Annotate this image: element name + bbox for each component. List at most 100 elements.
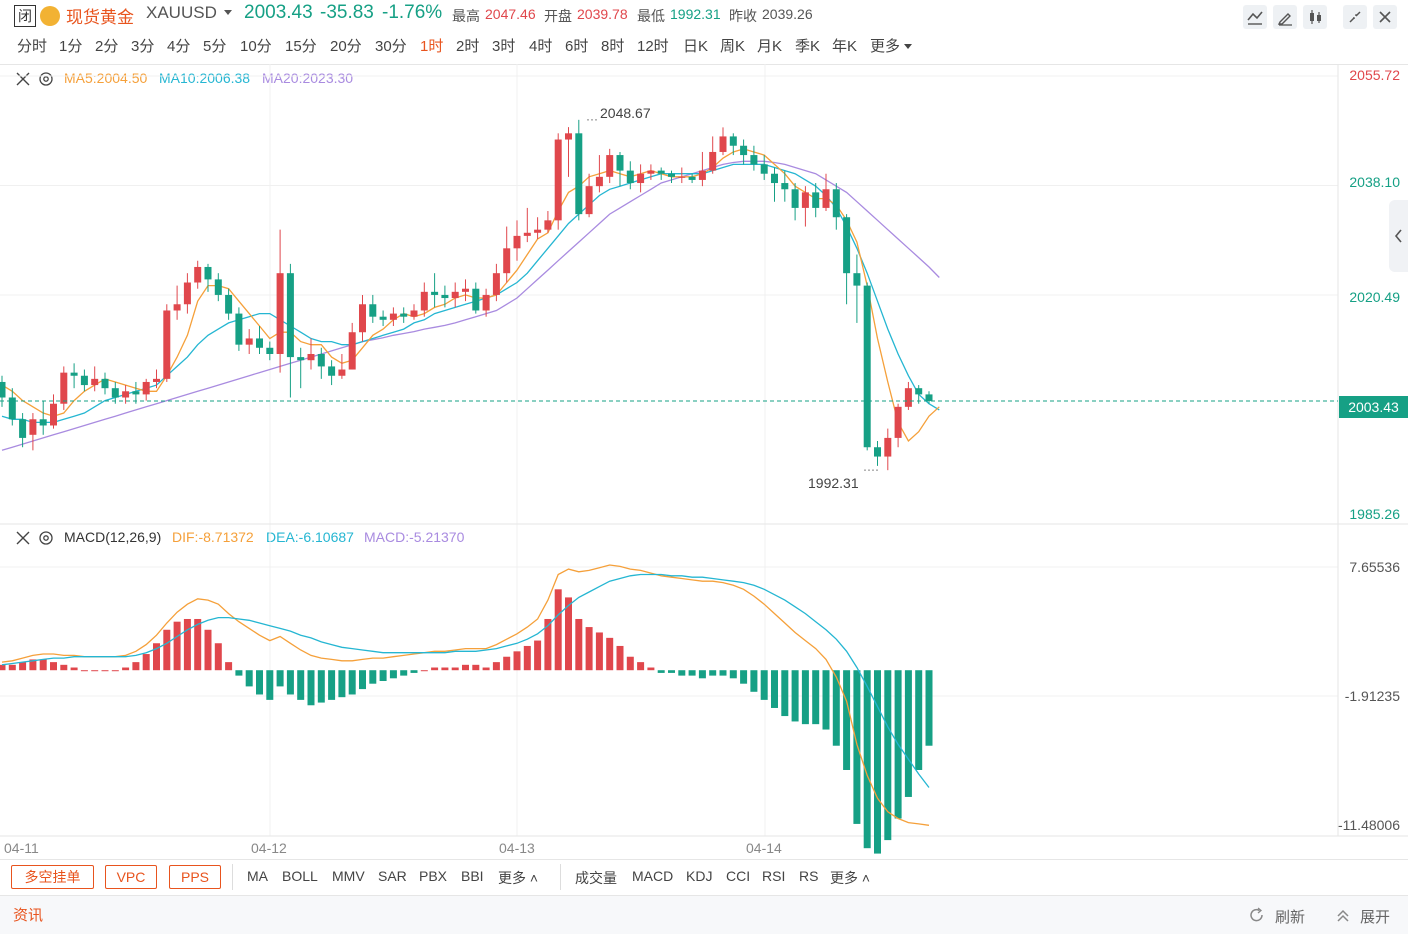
sub-indicator-option[interactable]: 更多 ˄ [830,868,870,888]
low-annotation: 1992.31 [808,475,859,491]
current-price-tag: 2003.43 [1339,396,1408,418]
main-indicator-option[interactable]: 更多 ˄ [498,868,538,888]
macd-bar [719,670,727,676]
long-short-orders-button[interactable]: 多空挂单 [11,865,94,889]
macd-bar [235,670,243,676]
candle-body [348,332,356,370]
kline-chart[interactable] [0,0,1408,860]
main-indicator-option[interactable]: BOLL [282,868,318,884]
macd-bar [616,645,624,671]
candle-body [832,189,840,218]
macd-bar [843,670,851,770]
candle-body [760,164,768,174]
candle-body [80,375,88,386]
main-indicator-option[interactable]: MMV [332,868,365,884]
candle-body [853,273,861,286]
candle-body [204,266,212,280]
macd-bar [812,670,820,725]
macd-bar [266,670,274,700]
sub-indicator-option[interactable]: CCI [726,868,750,884]
macd-bar [389,670,397,679]
news-tab[interactable]: 资讯 [13,904,43,925]
candle-body [214,279,222,295]
price-axis-label: 2020.49 [1349,289,1400,305]
footer-bar [0,895,1408,934]
candle-body [183,282,191,305]
dea-line [1,573,930,788]
macd-bar [50,662,57,671]
macd-bar [853,670,861,824]
candle-body [266,347,274,354]
x-axis-label: 04-12 [251,840,287,856]
candle-body [668,173,675,177]
macd-bar [904,670,912,797]
macd-bar [173,621,181,671]
candle-body [729,136,737,146]
candle-body [389,313,397,320]
divider [0,859,1408,860]
main-indicator-option[interactable]: SAR [378,868,407,884]
refresh-button[interactable]: 刷新 [1275,906,1305,927]
candle-body [101,378,109,389]
candle-body [173,304,181,311]
macd-bar [328,670,336,700]
sub-indicator-option[interactable]: MACD [632,868,673,884]
macd-bar [142,654,150,671]
macd-bar [492,662,500,671]
candle-body [595,176,603,187]
candle-body [492,273,500,295]
candle-body [874,447,881,457]
main-indicator-option[interactable]: BBI [461,868,484,884]
macd-bar [915,670,923,770]
candle-body [688,176,696,180]
candle-body [235,313,243,345]
sub-indicator-option[interactable]: 成交量 [575,868,617,888]
macd-bar [585,627,593,671]
candle-body [297,357,305,361]
candle-body [153,378,160,382]
candle-body [39,419,47,426]
high-annotation: 2048.67 [600,105,651,121]
macd-bar [554,589,562,671]
macd-bar [822,670,830,730]
vpc-button[interactable]: VPC [105,865,157,889]
candle-body [60,372,68,404]
candle-body [379,316,387,320]
macd-bar [729,670,737,679]
candle-body [369,304,377,317]
candle-body [678,176,686,178]
candle-body [904,388,912,407]
candle-body [111,388,119,398]
macd-bar [400,670,408,676]
candle-body [925,394,933,402]
candle-body [441,294,449,299]
candle-body [91,378,99,386]
refresh-icon[interactable] [1248,906,1266,924]
candle-body [410,310,418,317]
pps-button[interactable]: PPS [169,865,221,889]
sub-indicator-option[interactable]: RS [799,868,818,884]
candle-body [70,372,78,376]
main-indicator-option[interactable]: MA [247,868,268,884]
candle-body [791,189,799,208]
macd-bar [0,664,6,671]
candle-body [420,291,428,311]
macd-bar [183,618,191,671]
macd-bar [575,618,583,671]
macd-bar [503,656,511,671]
macd-bar [709,670,717,676]
sub-indicator-option[interactable]: KDJ [686,868,712,884]
main-indicator-option[interactable]: PBX [419,868,447,884]
macd-bar [523,645,531,671]
side-panel-toggle[interactable] [1389,200,1408,272]
x-axis-label: 04-11 [4,840,39,856]
sub-indicator-option[interactable]: RSI [762,868,785,884]
candle-body [503,248,511,274]
macd-bar [750,670,758,692]
macd-bar [420,670,428,672]
double-chevron-up-icon[interactable] [1335,908,1351,924]
candle-body [400,313,408,317]
candle-body [462,288,469,292]
expand-button[interactable]: 展开 [1360,906,1390,927]
macd-bar [781,670,789,717]
